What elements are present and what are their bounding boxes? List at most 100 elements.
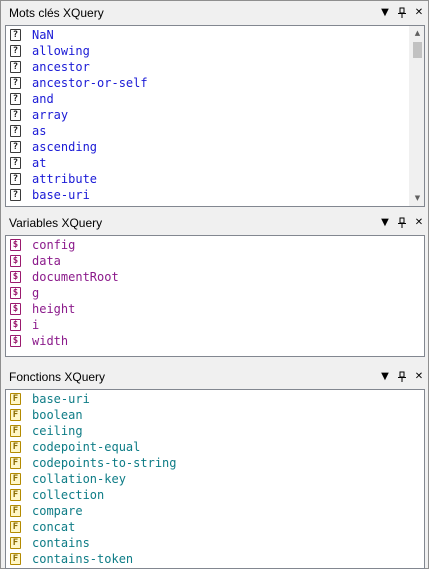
keyword-item-label: and <box>32 92 54 106</box>
variables-pane: Variables XQuery ▼ ✕ $ config $ data $ docume… <box>1 211 428 363</box>
keyword-item[interactable]: ? and <box>7 91 407 107</box>
function-icon: F <box>10 505 21 517</box>
scroll-thumb[interactable] <box>413 42 422 58</box>
function-item[interactable]: Fcontains <box>7 535 407 551</box>
pin-icon[interactable] <box>395 369 409 385</box>
keyword-item-label: allowing <box>32 44 90 58</box>
keyword-icon: ? <box>10 189 21 201</box>
pin-icon[interactable] <box>395 215 409 231</box>
keyword-item-label: at <box>32 156 47 170</box>
keyword-item[interactable]: ? ancestor-or-self <box>7 75 407 91</box>
scroll-down-arrow-icon[interactable]: ▼ <box>410 191 424 206</box>
keyword-item[interactable]: ? NaN <box>7 27 407 43</box>
keyword-item[interactable]: ? base-uri <box>7 187 407 203</box>
variable-icon: $ <box>10 319 21 331</box>
keyword-item[interactable]: ? ancestor <box>7 59 407 75</box>
variable-icon: $ <box>10 239 21 251</box>
close-icon[interactable]: ✕ <box>412 369 426 385</box>
variables-list[interactable]: $ config $ data $ documentRoot $ g $ height $ i $ wid… <box>5 235 425 357</box>
keyword-item[interactable]: ? as <box>7 123 407 139</box>
function-item-label: base-uri <box>32 392 90 406</box>
function-item-label: collection <box>32 488 105 502</box>
keyword-icon: ? <box>10 77 21 89</box>
keyword-icon: ? <box>10 157 21 169</box>
keyword-item-label: attribute <box>32 172 98 186</box>
scroll-up-arrow-icon[interactable]: ▲ <box>410 26 424 41</box>
function-item[interactable]: Fconcat <box>7 519 407 535</box>
keyword-item[interactable]: ? ascending <box>7 139 407 155</box>
functions-pane-title: Fonctions XQuery <box>9 370 106 384</box>
pin-icon[interactable] <box>395 5 409 21</box>
function-icon: F <box>10 521 21 533</box>
function-item-label: collation-key <box>32 472 126 486</box>
function-item-label: contains-token <box>32 552 134 566</box>
function-item[interactable]: Fcodepoint-equal <box>7 439 407 455</box>
keyword-item[interactable]: ? allowing <box>7 43 407 59</box>
function-item[interactable]: Fcompare <box>7 503 407 519</box>
variable-item-label: g <box>32 286 40 300</box>
function-item-label: concat <box>32 520 76 534</box>
function-icon: F <box>10 537 21 549</box>
function-item-label: codepoint-equal <box>32 440 141 454</box>
variable-icon: $ <box>10 271 21 283</box>
function-icon: F <box>10 425 21 437</box>
keywords-pane-titlebar: Mots clés XQuery ▼ ✕ <box>1 1 428 25</box>
variable-item[interactable]: $ config <box>7 237 407 253</box>
functions-list[interactable]: Fbase-uri Fboolean Fceiling Fcodepoint-equa… <box>5 389 425 569</box>
variable-item-label: data <box>32 254 61 268</box>
keywords-pane-title: Mots clés XQuery <box>9 6 104 20</box>
keyword-item-label: NaN <box>32 28 54 42</box>
keyword-icon: ? <box>10 141 21 153</box>
close-icon[interactable]: ✕ <box>412 215 426 231</box>
keyword-icon: ? <box>10 125 21 137</box>
keywords-list[interactable]: ? NaN? allowing? ancestor? ancestor-or-self?… <box>5 25 425 207</box>
dropdown-icon[interactable]: ▼ <box>378 215 392 231</box>
function-item[interactable]: Fceiling <box>7 423 407 439</box>
keyword-icon: ? <box>10 173 21 185</box>
function-item-label: codepoints-to-string <box>32 456 177 470</box>
function-icon: F <box>10 457 21 469</box>
keywords-scrollbar[interactable]: ▲ ▼ <box>409 26 424 206</box>
functions-pane: Fonctions XQuery ▼ ✕ Fbase-uri Fboolean Fc… <box>1 365 428 569</box>
keyword-item-label: base-uri <box>32 188 90 202</box>
keyword-item-label: ancestor-or-self <box>32 76 148 90</box>
keyword-item-label: ancestor <box>32 60 90 74</box>
variable-item-label: config <box>32 238 76 252</box>
function-icon: F <box>10 409 21 421</box>
variable-item-label: i <box>32 318 40 332</box>
variable-item[interactable]: $ data <box>7 253 407 269</box>
keyword-item-label: array <box>32 108 69 122</box>
functions-pane-titlebar: Fonctions XQuery ▼ ✕ <box>1 365 428 389</box>
variable-icon: $ <box>10 335 21 347</box>
function-icon: F <box>10 553 21 565</box>
variable-icon: $ <box>10 287 21 299</box>
function-item[interactable]: Fcollection <box>7 487 407 503</box>
keyword-item-label: as <box>32 124 47 138</box>
function-icon: F <box>10 473 21 485</box>
keyword-item[interactable]: ? array <box>7 107 407 123</box>
function-item-label: ceiling <box>32 424 83 438</box>
function-icon: F <box>10 441 21 453</box>
dropdown-icon[interactable]: ▼ <box>378 369 392 385</box>
variables-pane-titlebar: Variables XQuery ▼ ✕ <box>1 211 428 235</box>
variables-pane-title: Variables XQuery <box>9 216 103 230</box>
dropdown-icon[interactable]: ▼ <box>378 5 392 21</box>
function-item[interactable]: Fboolean <box>7 407 407 423</box>
keywords-pane: Mots clés XQuery ▼ ✕ ? NaN? allowing? ances… <box>1 1 428 211</box>
function-item[interactable]: Fbase-uri <box>7 391 407 407</box>
variable-item[interactable]: $ width <box>7 333 407 349</box>
function-item[interactable]: Fcontains-token <box>7 551 407 567</box>
variable-item[interactable]: $ height <box>7 301 407 317</box>
function-icon: F <box>10 489 21 501</box>
function-item[interactable]: Fcodepoints-to-string <box>7 455 407 471</box>
variable-item[interactable]: $ documentRoot <box>7 269 407 285</box>
function-item-label: compare <box>32 504 83 518</box>
keyword-icon: ? <box>10 109 21 121</box>
variable-item[interactable]: $ i <box>7 317 407 333</box>
variable-item[interactable]: $ g <box>7 285 407 301</box>
keyword-item[interactable]: ? attribute <box>7 171 407 187</box>
keyword-icon: ? <box>10 29 21 41</box>
function-item[interactable]: Fcollation-key <box>7 471 407 487</box>
keyword-item[interactable]: ? at <box>7 155 407 171</box>
close-icon[interactable]: ✕ <box>412 5 426 21</box>
